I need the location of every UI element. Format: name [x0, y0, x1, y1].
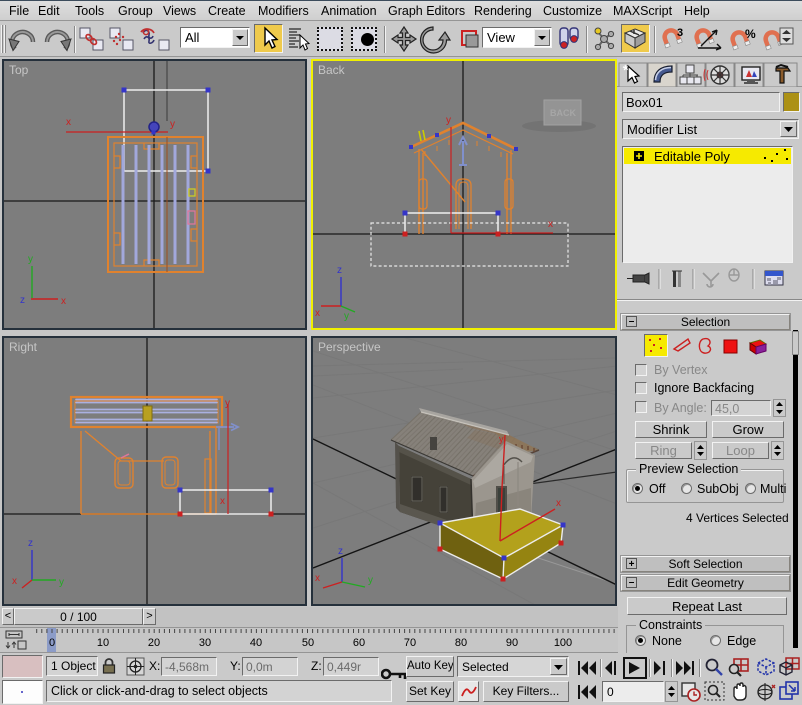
- svg-text:x: x: [315, 573, 320, 584]
- svg-text:3: 3: [677, 27, 683, 39]
- svg-text:BACK: BACK: [550, 108, 576, 118]
- svg-text:30: 30: [199, 637, 211, 649]
- svg-text:10: 10: [97, 637, 109, 649]
- svg-text:80: 80: [455, 637, 467, 649]
- svg-text:0: 0: [49, 637, 55, 649]
- svg-text:z: z: [28, 538, 33, 549]
- svg-text:z: z: [338, 546, 343, 557]
- svg-text:z: z: [20, 295, 25, 306]
- svg-text:y: y: [59, 577, 64, 588]
- svg-text:40: 40: [250, 637, 262, 649]
- svg-text:y: y: [446, 115, 451, 126]
- svg-text:90: 90: [506, 637, 518, 649]
- svg-text:x: x: [12, 576, 17, 587]
- svg-text:y: y: [170, 119, 175, 130]
- svg-text:100: 100: [554, 637, 572, 649]
- svg-text:y: y: [225, 398, 230, 409]
- svg-text:60: 60: [353, 637, 365, 649]
- svg-text:x: x: [556, 498, 561, 509]
- svg-text:y: y: [28, 254, 33, 265]
- svg-text:x: x: [220, 496, 225, 507]
- svg-text:20: 20: [148, 637, 160, 649]
- svg-text:x: x: [66, 117, 71, 128]
- svg-text:x: x: [315, 308, 320, 319]
- svg-text:50: 50: [302, 637, 314, 649]
- svg-text:x: x: [61, 296, 66, 307]
- svg-text:70: 70: [404, 637, 416, 649]
- svg-text:y: y: [344, 311, 349, 322]
- svg-text:y: y: [368, 575, 373, 586]
- svg-text:y: y: [499, 434, 504, 444]
- svg-text:%: %: [745, 27, 756, 41]
- svg-text:x: x: [548, 219, 553, 230]
- svg-text:z: z: [337, 265, 342, 276]
